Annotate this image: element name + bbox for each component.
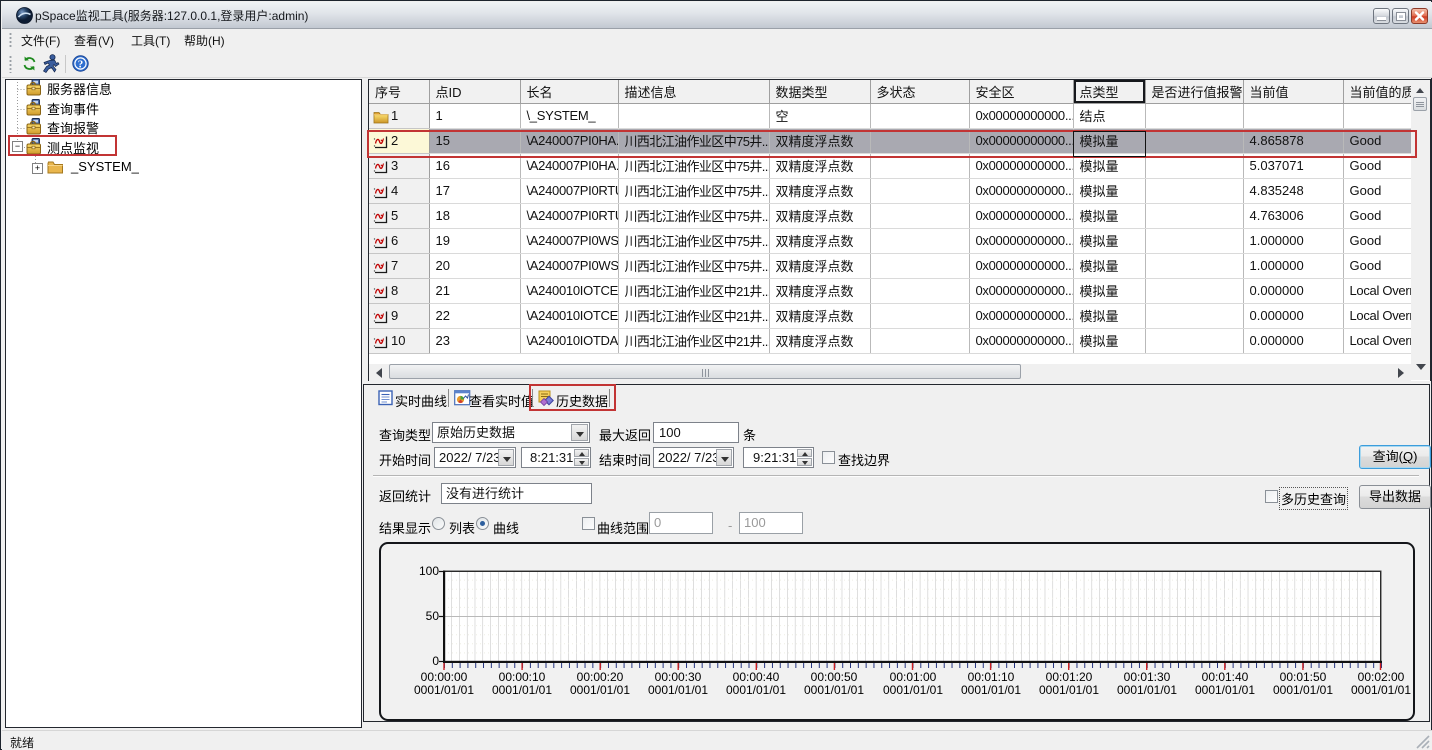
svg-text:?: ? bbox=[78, 59, 84, 71]
